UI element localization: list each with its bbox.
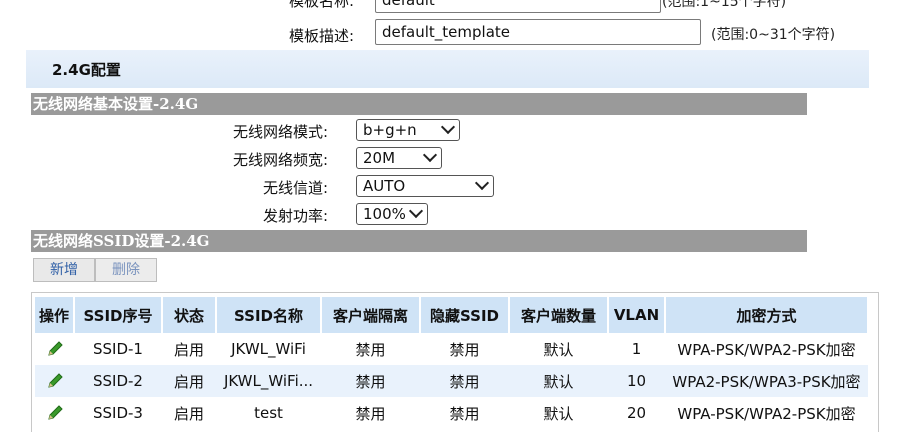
ssid-hidden: 禁用	[420, 365, 509, 397]
table-row: SSID-3 启用 test 禁用 禁用 默认 20 WPA-PSK/WPA2-…	[35, 397, 868, 429]
ssid-status: 启用	[173, 404, 204, 423]
table-header-row: 操作 SSID序号 状态 SSID名称 客户端隔离 隐藏SSID 客户端数量 V…	[35, 297, 869, 333]
edit-cell[interactable]	[35, 397, 74, 429]
channel-label: 无线信道:	[262, 179, 328, 197]
ssid-hidden: 禁用	[449, 340, 480, 359]
ssid-status: 启用	[162, 365, 216, 397]
ssid-status: 启用	[173, 340, 204, 359]
template-desc-input[interactable]	[375, 19, 701, 45]
col-encryption: 加密方式	[665, 297, 869, 333]
mode-label: 无线网络模式:	[232, 123, 328, 141]
power-value: 100%	[363, 205, 406, 223]
ssid-name: JKWL_WiFi...	[216, 365, 321, 397]
bandwidth-select[interactable]: 20M	[356, 147, 442, 169]
chevron-down-icon	[474, 175, 490, 191]
ssid-vlan: 10	[608, 365, 665, 397]
pencil-icon[interactable]	[45, 403, 65, 423]
power-select[interactable]: 100%	[356, 203, 428, 225]
ssid-clients: 默认	[543, 404, 574, 423]
chevron-down-icon	[440, 119, 456, 135]
delete-ssid-button[interactable]: 删除	[95, 258, 157, 282]
chevron-down-icon	[408, 203, 424, 219]
ssid-isolation: 禁用	[355, 404, 386, 423]
template-desc-hint: (范围:0~31个字符)	[711, 27, 836, 43]
template-desc-label: 模板描述:	[288, 27, 354, 45]
ssid-isolation: 禁用	[321, 365, 420, 397]
template-name-input[interactable]	[375, 0, 661, 13]
col-status: 状态	[162, 297, 217, 333]
ssid-encryption: WPA-PSK/WPA2-PSK加密	[677, 404, 856, 423]
col-hidden-ssid: 隐藏SSID	[420, 297, 510, 333]
power-label: 发射功率:	[262, 207, 328, 225]
col-ssid-name: SSID名称	[216, 297, 322, 333]
ssid-index: SSID-2	[74, 365, 162, 397]
add-ssid-button[interactable]: 新增	[33, 258, 95, 282]
basic-settings-bar: 无线网络基本设置-2.4G	[31, 93, 807, 115]
pencil-icon[interactable]	[45, 339, 65, 359]
pencil-icon[interactable]	[45, 371, 65, 391]
ssid-name: test	[254, 404, 283, 422]
ssid-table: 操作 SSID序号 状态 SSID名称 客户端隔离 隐藏SSID 客户端数量 V…	[35, 297, 869, 429]
ssid-name: JKWL_WiFi	[231, 340, 306, 358]
section-header: 2.4G配置	[26, 50, 869, 88]
template-name-label: 模板名称:	[288, 0, 354, 10]
table-row: SSID-1 启用 JKWL_WiFi 禁用 禁用 默认 1 WPA-PSK/W…	[35, 333, 868, 365]
col-action: 操作	[35, 297, 75, 333]
ssid-clients: 默认	[509, 365, 608, 397]
ssid-hidden: 禁用	[449, 404, 480, 423]
ssid-encryption: WPA-PSK/WPA2-PSK加密	[677, 340, 856, 359]
col-isolation: 客户端隔离	[321, 297, 421, 333]
ssid-vlan: 1	[631, 340, 642, 358]
bandwidth-value: 20M	[363, 149, 396, 167]
edit-cell[interactable]	[35, 365, 74, 397]
ssid-clients: 默认	[543, 340, 574, 359]
section-title: 2.4G配置	[52, 61, 121, 79]
ssid-index: SSID-1	[93, 340, 143, 358]
ssid-encryption: WPA2-PSK/WPA3-PSK加密	[665, 365, 868, 397]
mode-select[interactable]: b+g+n	[356, 119, 460, 141]
channel-select[interactable]: AUTO	[356, 175, 494, 197]
mode-value: b+g+n	[363, 121, 417, 139]
ssid-vlan: 20	[626, 404, 647, 422]
ssid-isolation: 禁用	[355, 340, 386, 359]
template-name-hint: (范围:1~15个字符)	[662, 0, 787, 10]
edit-cell[interactable]	[35, 333, 74, 365]
chevron-down-icon	[422, 147, 438, 163]
ssid-index: SSID-3	[93, 404, 143, 422]
ssid-table-container: 操作 SSID序号 状态 SSID名称 客户端隔离 隐藏SSID 客户端数量 V…	[31, 292, 879, 432]
channel-value: AUTO	[363, 177, 406, 195]
col-client-count: 客户端数量	[509, 297, 609, 333]
table-row: SSID-2 启用 JKWL_WiFi... 禁用 禁用 默认 10 WPA2-…	[35, 365, 868, 397]
col-vlan: VLAN	[608, 297, 666, 333]
col-ssid-index: SSID序号	[74, 297, 163, 333]
ssid-settings-bar: 无线网络SSID设置-2.4G	[31, 230, 807, 252]
bandwidth-label: 无线网络频宽:	[232, 151, 328, 169]
